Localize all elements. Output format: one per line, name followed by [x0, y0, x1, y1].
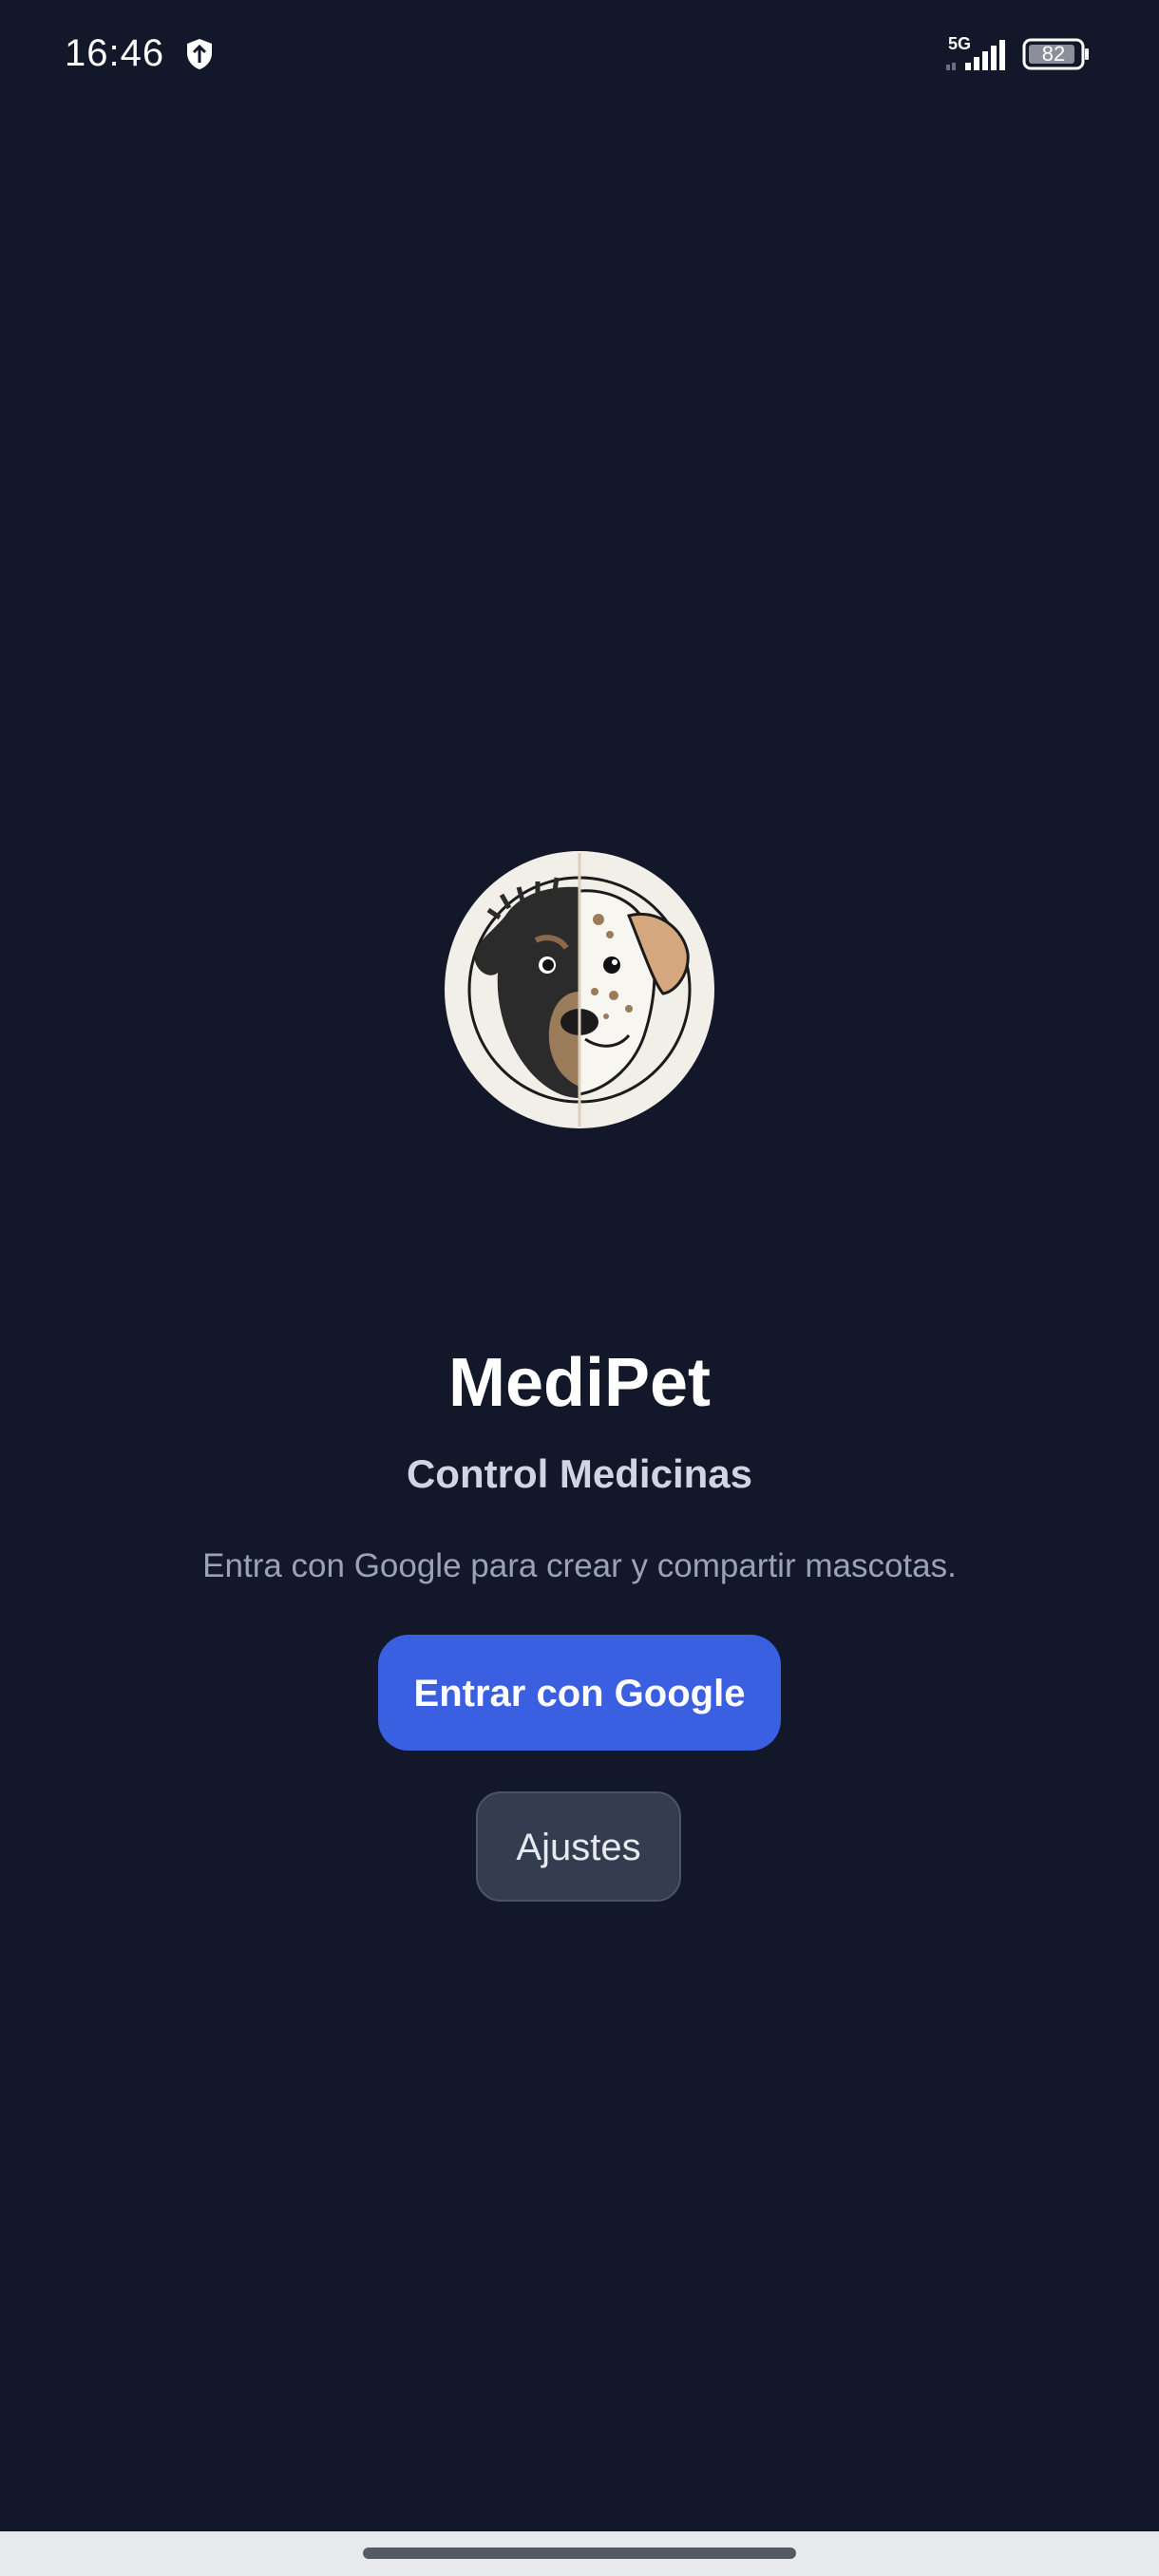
dog-logo: [445, 851, 714, 1128]
login-screen: 16:46 5G 82 MediPet Control Medicinas En…: [0, 0, 1159, 2576]
app-title: MediPet: [447, 1345, 712, 1421]
navigation-bar: [0, 2531, 1159, 2576]
app-description: Entra con Google para crear y compartir …: [202, 1547, 957, 1584]
battery-level: 82: [1041, 42, 1066, 66]
status-time: 16:46: [65, 32, 165, 74]
signal-icon: [946, 40, 1005, 70]
settings-button[interactable]: Ajustes: [476, 1791, 681, 1902]
app-subtitle: Control Medicinas: [406, 1451, 753, 1496]
home-gesture-handle[interactable]: [363, 2548, 796, 2559]
google-sign-in-button[interactable]: Entrar con Google: [378, 1635, 781, 1751]
status-bar: 16:46 5G 82: [0, 0, 1159, 112]
shield-icon: [187, 39, 212, 69]
